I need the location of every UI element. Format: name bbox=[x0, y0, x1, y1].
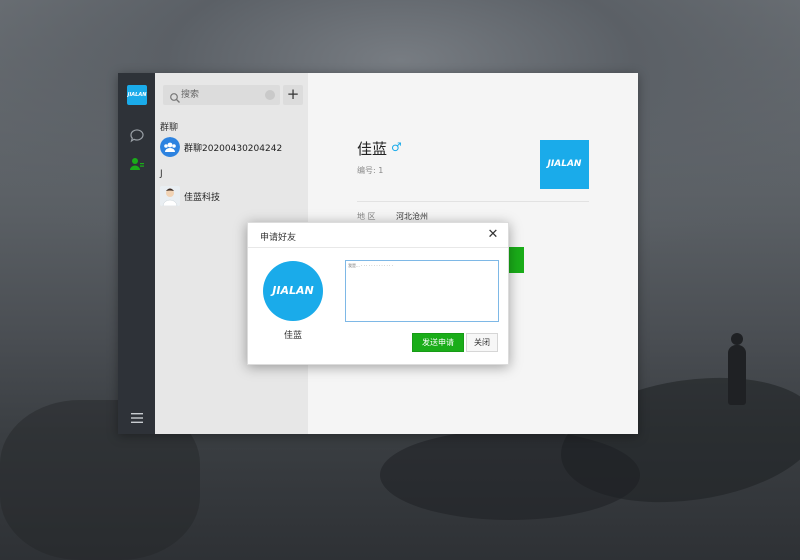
clear-search-icon[interactable] bbox=[265, 90, 275, 100]
app-logo: JIALAN bbox=[127, 85, 147, 105]
hamburger-menu-icon[interactable] bbox=[129, 410, 145, 426]
search-icon bbox=[169, 89, 181, 103]
request-message-input[interactable]: 我是... · · · · · · · · · · · · · bbox=[345, 260, 499, 322]
send-request-button[interactable]: 发送申请 bbox=[412, 333, 464, 352]
section-header-j: J bbox=[160, 169, 163, 179]
region-label: 地 区 bbox=[357, 212, 376, 221]
user-avatar bbox=[160, 186, 180, 206]
chat-bubble-icon[interactable] bbox=[129, 128, 145, 144]
search-input[interactable] bbox=[181, 87, 261, 103]
close-button[interactable]: 关闭 bbox=[466, 333, 498, 352]
background-ramp bbox=[380, 430, 640, 520]
add-contact-button[interactable]: + bbox=[283, 85, 303, 105]
close-icon[interactable]: ✕ bbox=[486, 228, 500, 242]
contact-name: 群聊20200430204242 bbox=[184, 144, 283, 154]
request-name: 佳蓝 bbox=[283, 331, 302, 341]
male-icon: ♂ bbox=[391, 140, 402, 154]
region-value: 河北沧州 bbox=[396, 212, 428, 221]
divider bbox=[357, 201, 589, 202]
background-person bbox=[728, 333, 746, 405]
contacts-icon[interactable] bbox=[129, 156, 145, 172]
profile-avatar: JIALAN bbox=[540, 140, 589, 189]
list-item[interactable]: 佳蓝科技 bbox=[155, 182, 308, 210]
section-header-groups: 群聊 bbox=[160, 123, 179, 133]
request-avatar: JIALAN bbox=[263, 261, 323, 321]
divider bbox=[248, 247, 508, 248]
list-item[interactable]: 群聊20200430204242 bbox=[155, 133, 308, 161]
nav-sidebar: JIALAN bbox=[118, 73, 155, 434]
dialog-title: 申请好友 bbox=[260, 233, 297, 243]
group-avatar-icon bbox=[160, 137, 180, 157]
friend-request-dialog: 申请好友 ✕ JIALAN 佳蓝 我是... · · · · · · · · ·… bbox=[247, 222, 509, 365]
profile-name: 佳蓝 bbox=[357, 140, 388, 158]
search-box bbox=[163, 85, 280, 105]
profile-id: 编号: 1 bbox=[357, 166, 384, 175]
contact-name: 佳蓝科技 bbox=[184, 193, 221, 203]
